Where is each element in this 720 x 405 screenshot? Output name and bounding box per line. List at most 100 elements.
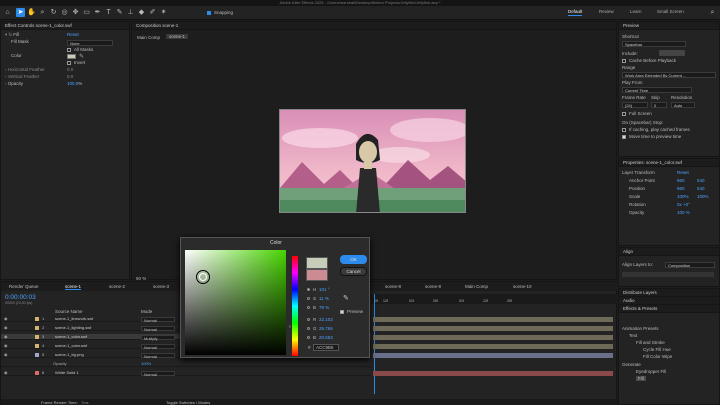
fill-mask-dropdown[interactable]: None [67,40,113,46]
pen-tool-icon[interactable]: ✒ [93,8,102,17]
label-color-swatch[interactable] [35,317,39,321]
b-value[interactable]: 79 % [319,305,329,310]
puppet-tool-icon[interactable]: ✶ [159,8,168,17]
label-color-swatch[interactable] [35,335,39,339]
play-from-dropdown[interactable]: Current Time [622,87,692,93]
comp-tab-scene-2[interactable]: scene-2 [109,284,125,289]
workspace-tab-review[interactable]: Review [599,9,614,14]
animation-presets-folder[interactable]: Animation Presets [622,326,659,331]
fill-color-wipe-item[interactable]: Fill Color Wipe [643,354,672,359]
text-folder[interactable]: Text [629,333,637,338]
render-queue-tab[interactable]: Render Queue [9,284,39,289]
generate-folder[interactable]: Generate [622,362,641,367]
opacity-value[interactable]: 100% [141,361,151,367]
cycle-fill-hue-item[interactable]: Cycle Fill Hue [643,347,671,352]
preview-checkbox[interactable] [340,310,344,314]
hue-slider[interactable] [292,256,298,356]
full-screen-checkbox[interactable] [622,112,626,116]
layer-name[interactable]: scene-1_linework.swf [55,316,93,322]
layer-mode-dropdown[interactable]: Normal [141,352,175,359]
layer-name[interactable]: scene-1_color.swf [55,334,87,340]
v-feather-row[interactable]: › Vertical Feather 0.0 [5,74,73,80]
effect-fill-row[interactable]: ▾ fx Fill Reset [5,32,79,38]
layer-mode-dropdown[interactable]: Multiply [141,334,175,341]
comp-viewer[interactable] [279,109,466,213]
layer-track-bar[interactable] [373,353,613,358]
camera-tool-icon[interactable]: ◎ [60,8,69,17]
workspace-tab-learn[interactable]: Learn [630,9,642,14]
time-ruler[interactable]: 0f 12f 01f 20f 01f 12f 20f [371,294,617,304]
layer-mode-dropdown[interactable]: Normal [141,370,175,377]
color-picker-ring[interactable] [196,270,210,284]
layer-track-bar[interactable] [373,317,613,322]
zoom-tool-icon[interactable]: ⌕ [38,8,47,17]
include-toggles[interactable] [659,50,685,56]
layer-name[interactable]: scene-1_bg.png [55,352,84,358]
hue-slider-handle[interactable]: › [289,324,291,330]
workspace-tab-small-screen[interactable]: Small Screen [657,9,684,14]
comp-tab-scene-8[interactable]: scene-8 [385,284,401,289]
audio-header[interactable]: Audio [619,297,719,305]
comp-tab-scene-3[interactable]: scene-3 [153,284,169,289]
layer-mode-dropdown[interactable]: Normal [141,343,175,350]
range-dropdown[interactable]: Work Area Extended By Current ... [622,72,716,78]
workspace-tab-default[interactable]: Default [568,9,583,16]
visibility-eye-icon[interactable]: ◉ [4,334,8,340]
effects-presets-header[interactable]: Effects & Presets [619,305,719,313]
fill-stroke-folder[interactable]: Fill and Stroke [636,340,665,345]
align-to-dropdown[interactable]: Composition [665,262,715,268]
layer-track-bar[interactable] [373,344,613,349]
scale-y[interactable]: 100% [697,194,709,199]
h-radio[interactable] [307,288,310,291]
layer-name[interactable]: White Solid 1 [55,370,79,376]
visibility-eye-icon[interactable]: ◉ [4,316,8,322]
pan-behind-tool-icon[interactable]: ✥ [71,8,80,17]
if-caching-checkbox[interactable] [622,128,626,132]
transform-reset-link[interactable]: Reset [677,170,689,175]
align-buttons[interactable] [622,272,714,277]
search-icon[interactable]: ⌕ [708,8,717,17]
layer-name[interactable]: scene-1_color.swf [55,343,87,349]
anchor-x[interactable]: 960 [677,178,685,183]
layer-track-bar[interactable] [373,371,613,376]
toggle-switches-modes[interactable]: Toggle Switches / Modes [166,400,210,405]
effect-controls-tab[interactable]: Effect Controls scene-1_color.swf [1,22,129,30]
label-color-swatch[interactable] [35,353,39,357]
visibility-eye-icon[interactable]: ◉ [4,370,8,376]
layer-mode-dropdown[interactable]: Normal [141,325,175,332]
skip-dropdown[interactable]: 0 [651,102,667,108]
color-field[interactable] [185,250,286,355]
frame-rate-dropdown[interactable]: (24) [622,102,648,108]
cancel-button[interactable]: Cancel [340,267,367,276]
r-value[interactable]: 22.103 [319,317,333,322]
scale-x[interactable]: 100% [677,194,689,199]
all-masks-checkbox[interactable] [67,48,71,52]
label-color-swatch[interactable] [35,344,39,348]
home-icon[interactable]: ⌂ [3,8,12,17]
snapping-checkbox[interactable] [207,11,211,15]
ok-button[interactable]: OK [340,255,367,264]
comp-tab-scene-1[interactable]: scene-1 [65,284,82,290]
layer-name[interactable]: scene-1_lighting.swf [55,325,91,331]
h-feather-row[interactable]: › Horizontal Feather 0.0 [5,67,73,73]
opacity-value[interactable]: 100 % [677,210,690,215]
position-x[interactable]: 960 [677,186,685,191]
composition-tab[interactable]: Composition scene-1 [132,22,616,30]
r-radio[interactable] [307,318,310,321]
cache-checkbox[interactable] [622,59,626,63]
g-radio[interactable] [307,327,310,330]
eyedropper-icon[interactable]: ✎ [343,294,349,302]
type-tool-icon[interactable]: T [104,8,113,17]
position-y[interactable]: 540 [697,186,705,191]
visibility-eye-icon[interactable]: ◉ [4,352,8,358]
h-value[interactable]: 101 ° [319,287,330,292]
move-time-checkbox[interactable] [622,135,626,139]
layer-track-bar[interactable] [373,326,613,331]
comp-tab-main-comp[interactable]: Main Comp [465,284,488,289]
hex-input[interactable]: ACC9B6 [313,344,339,351]
visibility-eye-icon[interactable]: ◉ [4,343,8,349]
visibility-eye-icon[interactable]: ◉ [4,325,8,331]
blue-radio[interactable] [307,336,310,339]
label-color-swatch[interactable] [35,371,39,375]
invert-checkbox[interactable] [67,61,71,65]
